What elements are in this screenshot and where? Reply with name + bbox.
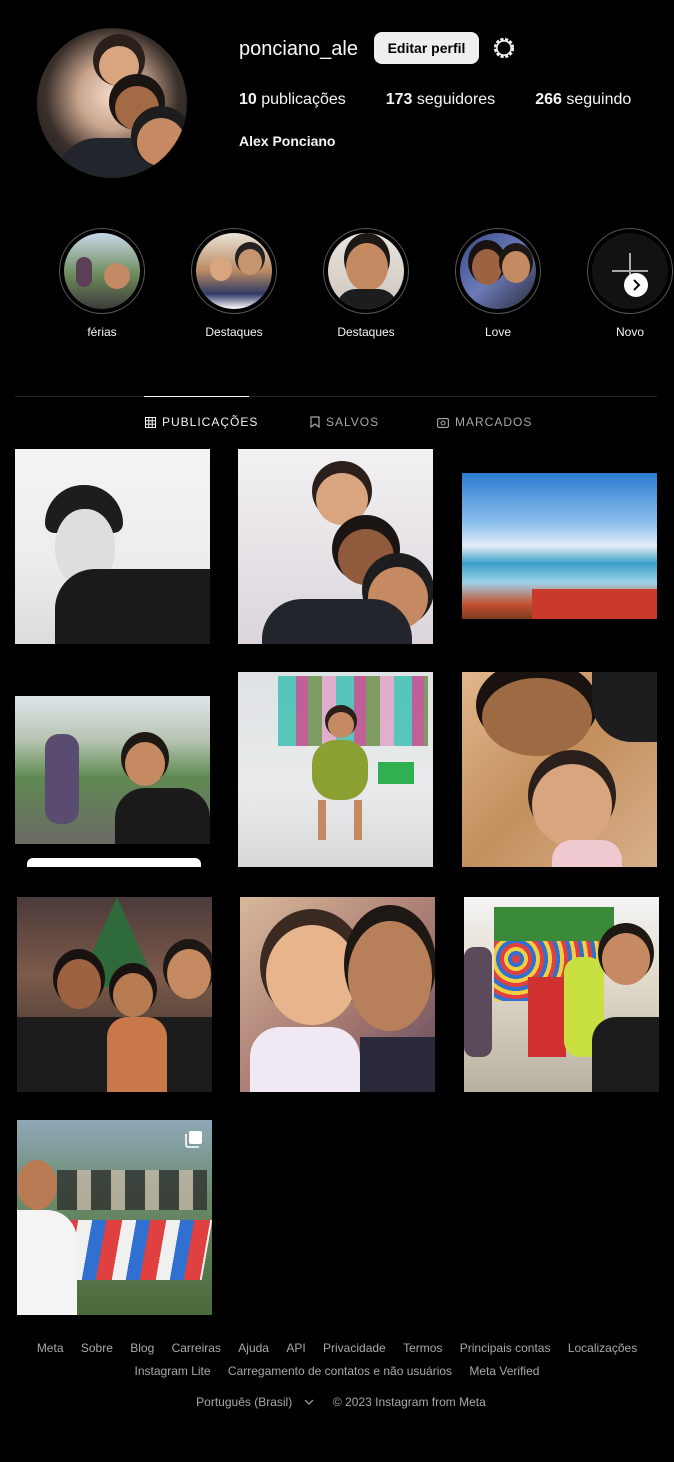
footer-link[interactable]: Carreiras (172, 1341, 221, 1355)
post-thumbnail[interactable] (462, 672, 657, 867)
profile-full-name: Alex Ponciano (239, 133, 336, 149)
tab-salvos[interactable]: SALVOS (310, 415, 379, 429)
post-thumbnail[interactable] (464, 897, 659, 1092)
footer-link[interactable]: Meta Verified (469, 1364, 539, 1378)
footer-link[interactable]: Blog (130, 1341, 154, 1355)
posts-stat: 10 publicações (239, 91, 346, 108)
edit-profile-button[interactable]: Editar perfil (374, 32, 479, 64)
profile-stats: 10 publicações 173 seguidores 266 seguin… (239, 91, 671, 109)
active-tab-indicator (144, 396, 249, 397)
profile-username: ponciano_ale (239, 38, 358, 60)
grid-icon (145, 416, 156, 428)
footer-link[interactable]: Localizações (568, 1341, 637, 1355)
tagged-icon (437, 417, 449, 428)
post-thumbnail[interactable] (17, 1120, 212, 1315)
highlight-label: Destaques (205, 325, 263, 339)
post-thumbnail[interactable] (15, 672, 210, 867)
profile-avatar[interactable] (37, 28, 187, 178)
footer-link[interactable]: Meta (37, 1341, 64, 1355)
chevron-right-icon (633, 279, 641, 291)
following-stat[interactable]: 266 seguindo (535, 91, 631, 109)
footer-link[interactable]: API (286, 1341, 305, 1355)
followers-stat[interactable]: 173 seguidores (386, 91, 495, 109)
story-highlights: férias Destaques Destaques Love Novo (59, 228, 674, 339)
tab-label: MARCADOS (455, 415, 533, 429)
post-thumbnail[interactable] (238, 449, 433, 644)
carousel-icon (185, 1131, 202, 1148)
highlight-label: Love (484, 325, 512, 339)
post-thumbnail[interactable] (462, 449, 657, 644)
tab-publicacoes[interactable]: PUBLICAÇÕES (145, 415, 258, 429)
chevron-down-icon (304, 1399, 313, 1405)
next-highlights-button[interactable] (624, 273, 648, 297)
copyright: © 2023 Instagram from Meta (332, 1395, 486, 1409)
highlight-destaques-2[interactable]: Destaques (323, 228, 455, 339)
settings-gear-icon[interactable] (491, 35, 517, 61)
highlight-label: férias (87, 325, 117, 339)
highlight-love[interactable]: Love (455, 228, 587, 339)
post-thumbnail[interactable] (15, 449, 210, 644)
footer-link[interactable]: Principais contas (460, 1341, 551, 1355)
post-thumbnail[interactable] (238, 672, 433, 867)
footer-link[interactable]: Carregamento de contatos e não usuários (228, 1364, 452, 1378)
tab-label: PUBLICAÇÕES (162, 415, 259, 429)
tabs-divider (15, 396, 657, 397)
highlight-destaques-1[interactable]: Destaques (191, 228, 323, 339)
highlight-label: Destaques (337, 325, 395, 339)
tab-label: SALVOS (326, 415, 380, 429)
footer-bottom: Português (Brasil) © 2023 Instagram from… (0, 1395, 674, 1409)
footer-link[interactable]: Termos (403, 1341, 442, 1355)
footer-link[interactable]: Instagram Lite (135, 1364, 211, 1378)
post-thumbnail[interactable] (17, 897, 212, 1092)
footer-link[interactable]: Ajuda (238, 1341, 269, 1355)
highlight-ferias[interactable]: férias (59, 228, 191, 339)
language-select[interactable]: Português (Brasil) (188, 1395, 317, 1409)
footer-link[interactable]: Privacidade (323, 1341, 386, 1355)
bookmark-icon (310, 416, 320, 428)
footer-links: Meta Sobre Blog Carreiras Ajuda API Priv… (0, 1337, 674, 1383)
post-thumbnail[interactable] (240, 897, 435, 1092)
footer-link[interactable]: Sobre (81, 1341, 113, 1355)
tab-marcados[interactable]: MARCADOS (437, 415, 532, 429)
highlight-label: Novo (615, 325, 644, 339)
